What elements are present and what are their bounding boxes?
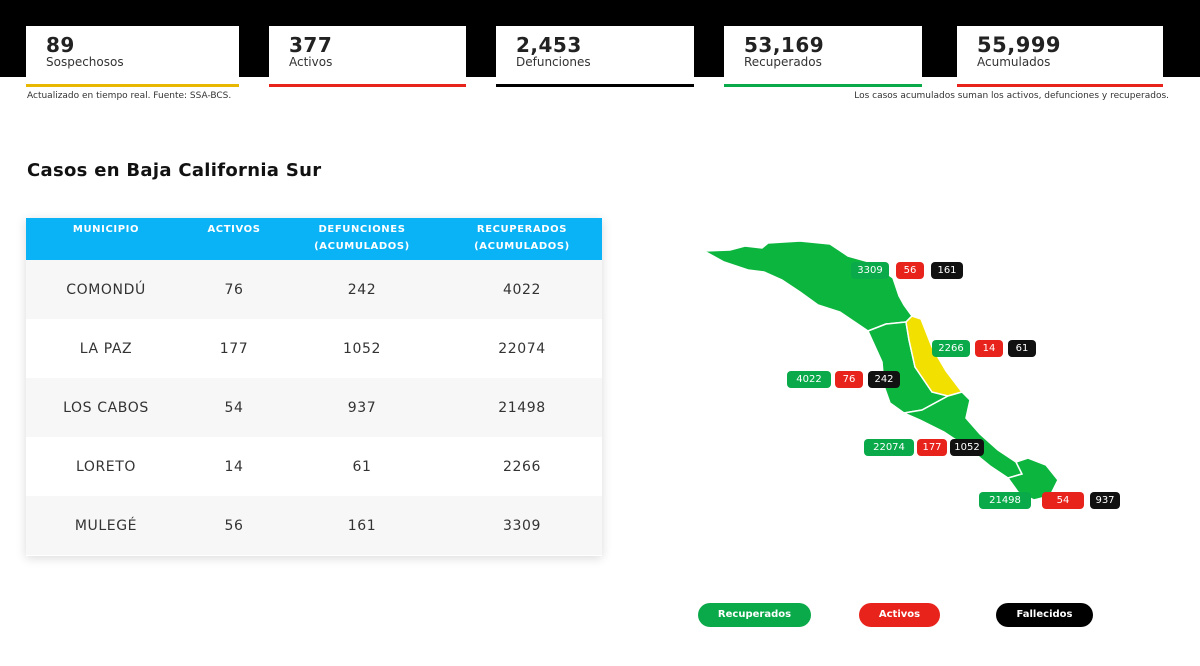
cell-defunciones: 161	[347, 517, 377, 534]
map-pill-los-cabos-recuperados: 21498	[979, 492, 1031, 509]
stat-card-recuperados: 53,169 Recuperados	[724, 26, 922, 87]
cell-recuperados: 4022	[502, 281, 542, 298]
stat-underline	[269, 84, 466, 87]
column-header-activos: ACTIVOS	[207, 224, 261, 235]
column-header-line: RECUPERADOS	[476, 224, 568, 235]
map-region-mulege	[701, 240, 913, 332]
cell-activos: 56	[224, 517, 244, 534]
cell-defunciones: 937	[347, 399, 377, 416]
map-pill-mulege-fallecidos: 161	[931, 262, 963, 279]
cases-table: MUNICIPIO ACTIVOS DEFUNCIONES (ACUMULADO…	[26, 218, 602, 556]
stat-card-defunciones: 2,453 Defunciones	[496, 26, 694, 87]
table-row: MULEGÉ 56 161 3309	[26, 496, 602, 555]
table-body: COMONDÚ 76 242 4022 LA PAZ 177 1052 2207…	[26, 260, 602, 555]
map-pill-loreto-fallecidos: 61	[1008, 340, 1036, 357]
cell-defunciones: 1052	[342, 340, 382, 357]
stat-value: 55,999	[977, 33, 1062, 57]
stat-value: 2,453	[516, 33, 582, 57]
stat-underline	[724, 84, 922, 87]
map-pill-comondu-recuperados: 4022	[787, 371, 831, 388]
cell-recuperados: 22074	[498, 340, 546, 357]
table-row: LORETO 14 61 2266	[26, 437, 602, 496]
stat-label: Acumulados	[977, 55, 1051, 69]
table-header: MUNICIPIO ACTIVOS DEFUNCIONES (ACUMULADO…	[26, 218, 602, 260]
map-pill-comondu-fallecidos: 242	[868, 371, 900, 388]
map-pill-los-cabos-fallecidos: 937	[1090, 492, 1120, 509]
cell-recuperados: 3309	[502, 517, 542, 534]
column-header-line: DEFUNCIONES	[318, 224, 406, 235]
stat-card-activos: 377 Activos	[269, 26, 466, 87]
stat-value: 53,169	[744, 33, 825, 57]
map-pill-mulege-recuperados: 3309	[851, 262, 889, 279]
stat-label: Defunciones	[516, 55, 591, 69]
map-pill-loreto-recuperados: 2266	[932, 340, 970, 357]
cell-activos: 14	[224, 458, 244, 475]
source-note: Actualizado en tiempo real. Fuente: SSA-…	[27, 91, 232, 101]
map-region-la-paz	[901, 391, 1024, 479]
column-header-line: (ACUMULADOS)	[474, 241, 570, 252]
stat-card-acumulados: 55,999 Acumulados	[957, 26, 1163, 87]
stat-underline	[26, 84, 239, 87]
map-pill-comondu-activos: 76	[835, 371, 863, 388]
cell-defunciones: 242	[347, 281, 377, 298]
map-pill-la-paz-recuperados: 22074	[864, 439, 914, 456]
map-pill-loreto-activos: 14	[975, 340, 1003, 357]
stat-label: Sospechosos	[46, 55, 124, 69]
column-header-defunciones: DEFUNCIONES (ACUMULADOS)	[282, 218, 442, 260]
column-header-recuperados: RECUPERADOS (ACUMULADOS)	[442, 218, 602, 260]
page-title: Casos en Baja California Sur	[27, 160, 322, 181]
stat-label: Recuperados	[744, 55, 822, 69]
cell-activos: 177	[219, 340, 249, 357]
accumulated-note: Los casos acumulados suman los activos, …	[854, 91, 1169, 101]
column-header-municipio: MUNICIPIO	[72, 224, 140, 235]
column-header-line: (ACUMULADOS)	[314, 241, 410, 252]
map-pill-mulege-activos: 56	[896, 262, 924, 279]
cell-recuperados: 2266	[502, 458, 542, 475]
cell-recuperados: 21498	[498, 399, 546, 416]
cell-municipio: LOS CABOS	[63, 399, 149, 416]
legend-fallecidos: Fallecidos	[996, 603, 1093, 627]
table-row: LOS CABOS 54 937 21498	[26, 378, 602, 437]
cell-municipio: LORETO	[75, 458, 137, 475]
stat-card-sospechosos: 89 Sospechosos	[26, 26, 239, 87]
map-pill-los-cabos-activos: 54	[1042, 492, 1084, 509]
stat-underline	[957, 84, 1163, 87]
table-row: LA PAZ 177 1052 22074	[26, 319, 602, 378]
stat-value: 377	[289, 33, 333, 57]
cell-activos: 76	[224, 281, 244, 298]
cell-municipio: COMONDÚ	[66, 281, 146, 298]
legend-recuperados: Recuperados	[698, 603, 811, 627]
cell-municipio: LA PAZ	[79, 340, 133, 357]
stat-underline	[496, 84, 694, 87]
map-pill-la-paz-fallecidos: 1052	[950, 439, 984, 456]
cell-defunciones: 61	[352, 458, 372, 475]
table-row: COMONDÚ 76 242 4022	[26, 260, 602, 319]
map-pill-la-paz-activos: 177	[917, 439, 947, 456]
stat-label: Activos	[289, 55, 333, 69]
cell-municipio: MULEGÉ	[74, 517, 138, 534]
legend-activos: Activos	[859, 603, 940, 627]
map-region-comondu	[866, 321, 951, 414]
cell-activos: 54	[224, 399, 244, 416]
stat-value: 89	[46, 33, 75, 57]
